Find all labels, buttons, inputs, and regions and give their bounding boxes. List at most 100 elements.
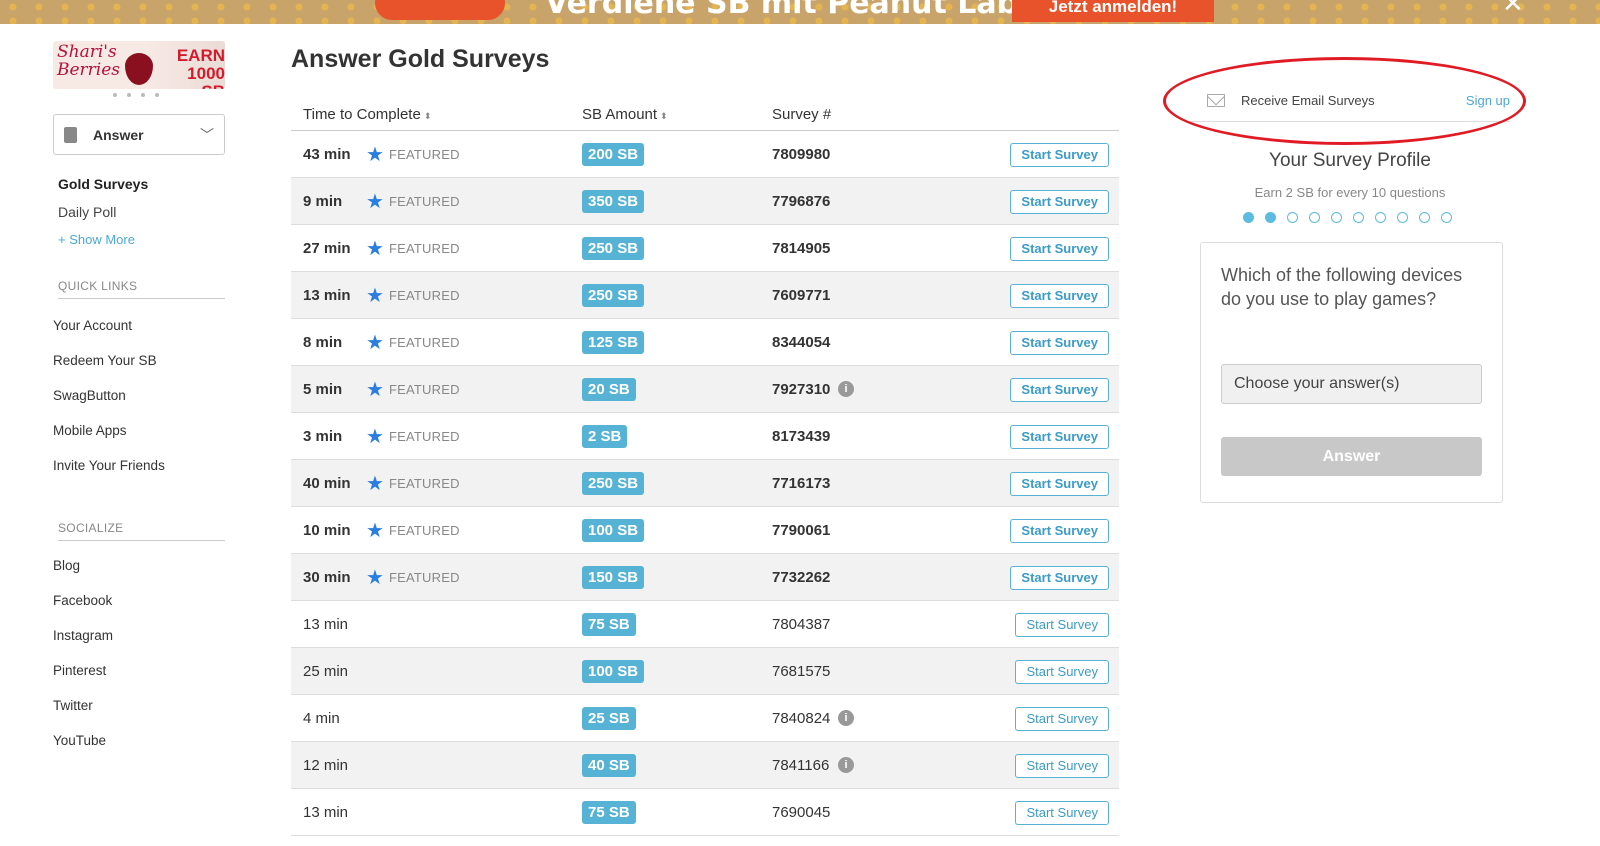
answer-button[interactable]: Answer: [1221, 437, 1482, 476]
carousel-dot[interactable]: [113, 93, 117, 97]
survey-number: 8344054: [772, 334, 831, 351]
chevron-down-icon: ﹀: [200, 126, 214, 143]
star-icon: ★: [366, 285, 384, 307]
start-survey-button[interactable]: Start Survey: [1010, 143, 1109, 167]
banner-badge: [375, 0, 505, 20]
link-blog[interactable]: Blog: [53, 558, 80, 573]
sort-icon: ⬍: [423, 111, 432, 121]
survey-number: 7796876: [772, 193, 831, 210]
start-survey-button[interactable]: Start Survey: [1010, 519, 1109, 543]
info-icon[interactable]: i: [838, 381, 854, 397]
progress-dot: [1265, 212, 1276, 223]
sb-amount-badge: 200 SB: [582, 143, 645, 166]
progress-dot: [1353, 212, 1364, 223]
link-swagbutton[interactable]: SwagButton: [53, 388, 126, 403]
start-survey-button[interactable]: Start Survey: [1010, 237, 1109, 261]
start-survey-button[interactable]: Start Survey: [1010, 190, 1109, 214]
featured-label: FEATURED: [389, 382, 460, 397]
start-survey-button[interactable]: Start Survey: [1010, 566, 1109, 590]
survey-profile-title: Your Survey Profile: [1269, 150, 1431, 171]
table-row: 13 min 75 SB 7690045 Start Survey: [291, 789, 1119, 836]
progress-dot: [1375, 212, 1386, 223]
progress-dot: [1441, 212, 1452, 223]
link-twitter[interactable]: Twitter: [53, 698, 93, 713]
start-survey-button[interactable]: Start Survey: [1010, 425, 1109, 449]
survey-number: 7716173: [772, 475, 831, 492]
sb-amount-badge: 40 SB: [582, 754, 636, 777]
sidebar-item-gold-surveys[interactable]: Gold Surveys: [58, 176, 148, 192]
start-survey-button[interactable]: Start Survey: [1015, 613, 1109, 637]
sb-amount-badge: 2 SB: [582, 425, 628, 448]
column-sb-amount[interactable]: SB Amount ⬍: [582, 106, 668, 123]
link-instagram[interactable]: Instagram: [53, 628, 113, 643]
carousel-dots[interactable]: [113, 93, 159, 97]
logo-earn-text: EARN1000 SB: [176, 46, 225, 90]
table-body: 43 min ★ FEATURED 200 SB 7809980 Start Survey…: [291, 131, 1119, 836]
link-facebook[interactable]: Facebook: [53, 593, 112, 608]
time-to-complete: 12 min: [303, 757, 349, 774]
sb-amount-badge: 75 SB: [582, 801, 636, 824]
time-to-complete: 30 min: [303, 569, 351, 586]
banner-cta-button[interactable]: Jetzt anmelden!: [1012, 0, 1214, 22]
featured-label: FEATURED: [389, 288, 460, 303]
start-survey-button[interactable]: Start Survey: [1010, 378, 1109, 402]
promo-banner[interactable]: Verdiene SB mit Peanut Labs! Jetzt anmel…: [0, 0, 1600, 24]
strawberry-icon: [125, 53, 153, 85]
featured-label: FEATURED: [389, 429, 460, 444]
start-survey-button[interactable]: Start Survey: [1015, 754, 1109, 778]
start-survey-button[interactable]: Start Survey: [1010, 284, 1109, 308]
banner-headline: Verdiene SB mit Peanut Labs!: [545, 0, 1050, 21]
close-icon[interactable]: ✕: [1502, 0, 1524, 19]
column-label: Time to Complete: [303, 106, 421, 123]
progress-dot: [1397, 212, 1408, 223]
featured-label: FEATURED: [389, 570, 460, 585]
sidebar-item-daily-poll[interactable]: Daily Poll: [58, 204, 116, 220]
table-row: 12 min 40 SB 7841166 i Start Survey: [291, 742, 1119, 789]
star-icon: ★: [366, 473, 384, 495]
start-survey-button[interactable]: Start Survey: [1015, 660, 1109, 684]
start-survey-button[interactable]: Start Survey: [1010, 331, 1109, 355]
sb-amount-badge: 125 SB: [582, 331, 645, 354]
progress-dot: [1243, 212, 1254, 223]
link-pinterest[interactable]: Pinterest: [53, 663, 106, 678]
link-your-account[interactable]: Your Account: [53, 318, 132, 333]
column-survey-number: Survey #: [772, 106, 832, 123]
survey-number: 7790061: [772, 522, 831, 539]
star-icon: ★: [366, 379, 384, 401]
carousel-dot[interactable]: [127, 93, 131, 97]
survey-number: 7927310: [772, 381, 831, 398]
info-icon[interactable]: i: [838, 757, 854, 773]
sb-amount-badge: 250 SB: [582, 472, 645, 495]
link-mobile-apps[interactable]: Mobile Apps: [53, 423, 127, 438]
progress-dot: [1287, 212, 1298, 223]
table-row: 9 min ★ FEATURED 350 SB 7796876 Start Survey: [291, 178, 1119, 225]
link-invite-friends[interactable]: Invite Your Friends: [53, 458, 165, 473]
carousel-dot[interactable]: [155, 93, 159, 97]
sponsor-logo[interactable]: Shari'sBerries EARN1000 SB: [53, 41, 225, 89]
start-survey-button[interactable]: Start Survey: [1015, 801, 1109, 825]
survey-number: 7841166: [772, 757, 830, 774]
answer-select[interactable]: Choose your answer(s): [1221, 364, 1482, 404]
info-icon[interactable]: i: [838, 710, 854, 726]
annotation-ellipse: [1163, 57, 1526, 145]
link-youtube[interactable]: YouTube: [53, 733, 106, 748]
start-survey-button[interactable]: Start Survey: [1015, 707, 1109, 731]
survey-number: 8173439: [772, 428, 831, 445]
page-title: Answer Gold Surveys: [291, 45, 550, 73]
sb-amount-badge: 20 SB: [582, 378, 636, 401]
answer-dropdown[interactable]: Answer ﹀: [53, 114, 225, 155]
time-to-complete: 3 min: [303, 428, 343, 445]
profile-question-card: Which of the following devices do you us…: [1200, 242, 1503, 503]
featured-label: FEATURED: [389, 241, 460, 256]
column-time-to-complete[interactable]: Time to Complete ⬍: [303, 106, 431, 123]
link-redeem-sb[interactable]: Redeem Your SB: [53, 353, 157, 368]
start-survey-button[interactable]: Start Survey: [1010, 472, 1109, 496]
time-to-complete: 5 min: [303, 381, 343, 398]
star-icon: ★: [366, 426, 384, 448]
star-icon: ★: [366, 520, 384, 542]
carousel-dot[interactable]: [141, 93, 145, 97]
star-icon: ★: [366, 144, 384, 166]
show-more-link[interactable]: + Show More: [58, 232, 135, 247]
table-row: 25 min 100 SB 7681575 Start Survey: [291, 648, 1119, 695]
progress-dot: [1331, 212, 1342, 223]
